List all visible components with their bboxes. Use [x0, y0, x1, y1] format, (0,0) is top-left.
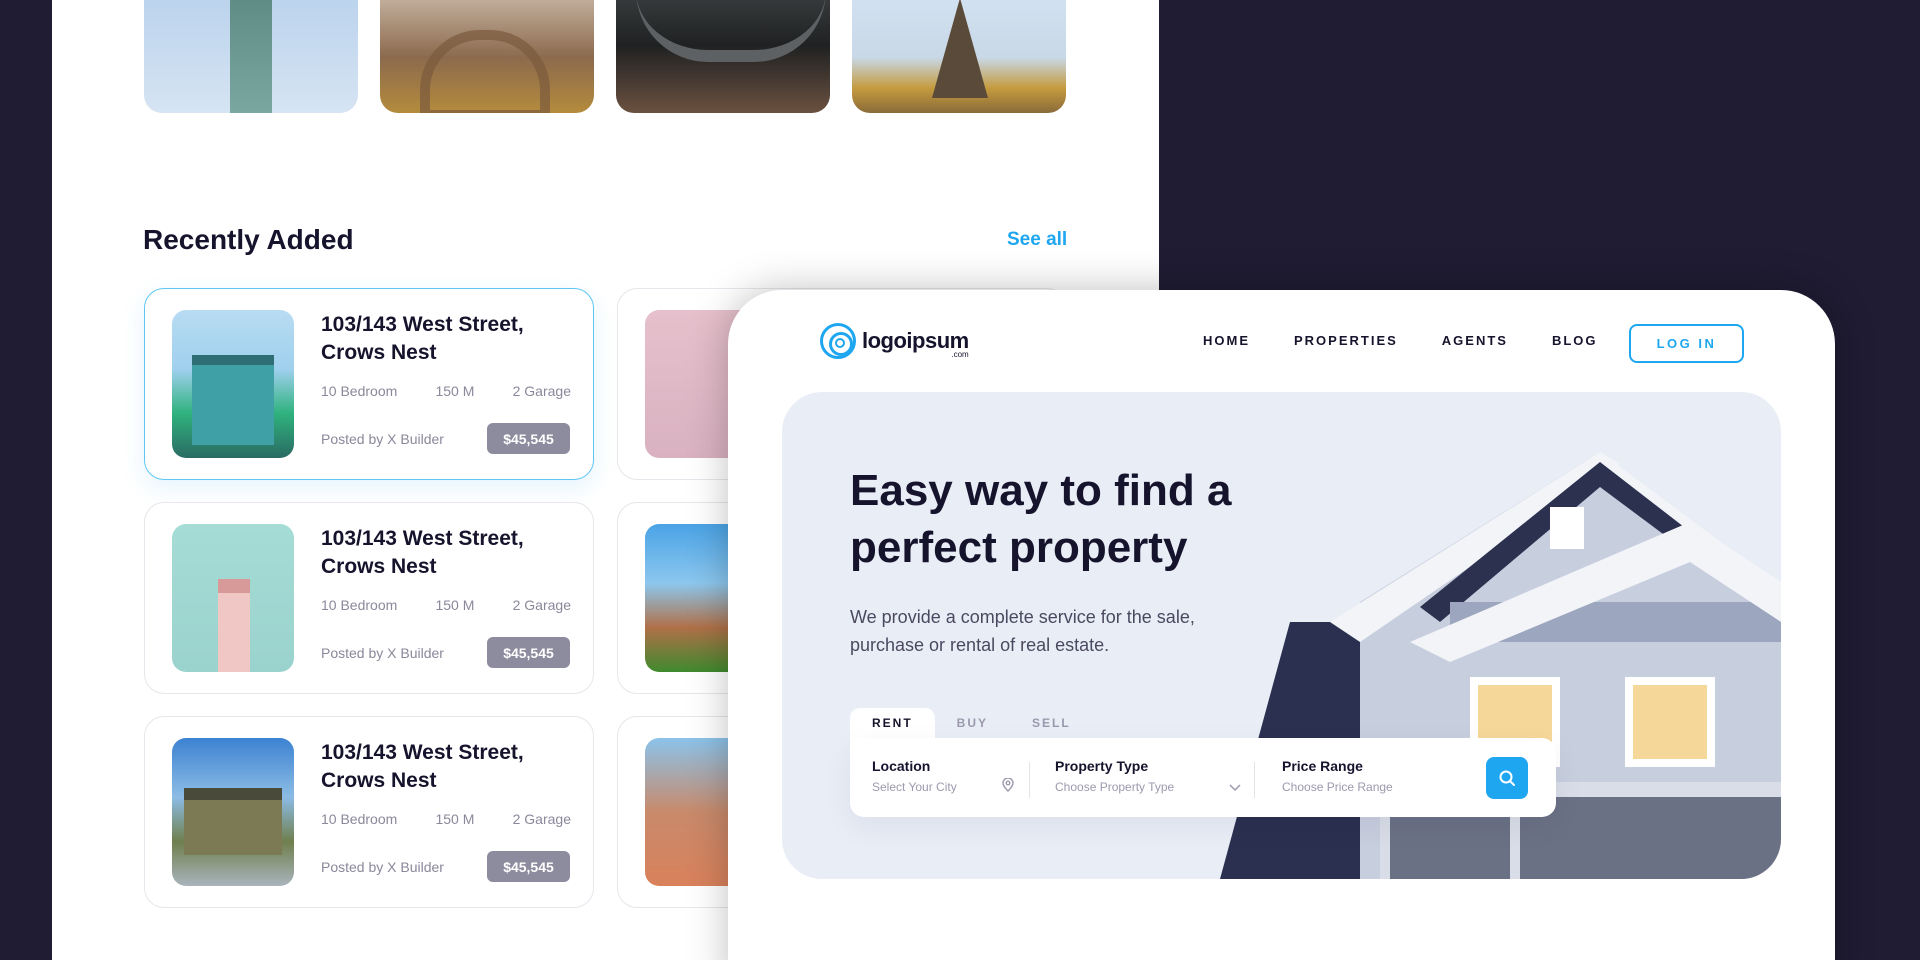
listing-type-tabs: RENT BUY SELL: [850, 708, 1093, 738]
see-all-link[interactable]: See all: [1007, 229, 1067, 251]
main-nav: HOME PROPERTIES AGENTS BLOG: [1203, 333, 1598, 348]
bedrooms: 10 Bedroom: [321, 383, 398, 399]
property-card[interactable]: 103/143 West Street, Crows Nest 10 Bedro…: [144, 288, 594, 480]
property-search-bar: Location Select Your City Property Type …: [850, 738, 1556, 817]
bedrooms: 10 Bedroom: [321, 811, 398, 827]
nav-blog[interactable]: BLOG: [1552, 333, 1598, 348]
logo[interactable]: logoipsum .com: [820, 323, 969, 359]
tab-sell[interactable]: SELL: [1010, 708, 1093, 738]
destination-image-eiffel-tower[interactable]: [852, 0, 1066, 113]
property-title: 103/143 West Street, Crows Nest: [321, 313, 524, 364]
hero-section: Easy way to find a perfect property We p…: [782, 392, 1781, 879]
property-card[interactable]: 103/143 West Street, Crows Nest 10 Bedro…: [144, 502, 594, 694]
property-type-label: Property Type: [1055, 758, 1149, 774]
landing-page-panel: logoipsum .com HOME PROPERTIES AGENTS BL…: [728, 290, 1835, 960]
hero-title: Easy way to find a perfect property: [850, 466, 1232, 572]
garage: 2 Garage: [512, 383, 571, 399]
search-button[interactable]: [1486, 757, 1528, 799]
property-title: 103/143 West Street, Crows Nest: [321, 741, 524, 792]
price-range-label: Price Range: [1282, 758, 1363, 774]
property-meta: 10 Bedroom 150 M 2 Garage: [321, 597, 571, 613]
chevron-down-icon[interactable]: [1229, 780, 1241, 795]
location-field[interactable]: Location Select Your City: [872, 758, 1012, 794]
logo-icon: [820, 323, 856, 359]
nav-agents[interactable]: AGENTS: [1442, 333, 1508, 348]
destination-image-old-town[interactable]: [380, 0, 594, 113]
property-title: 103/143 West Street, Crows Nest: [321, 527, 524, 578]
property-meta: 10 Bedroom 150 M 2 Garage: [321, 811, 571, 827]
location-placeholder: Select Your City: [872, 780, 957, 794]
tab-buy[interactable]: BUY: [935, 708, 1010, 738]
property-photo: [172, 310, 294, 458]
posted-by: Posted by X Builder: [321, 431, 444, 447]
bedrooms: 10 Bedroom: [321, 597, 398, 613]
property-photo: [172, 524, 294, 672]
destination-image-statue-of-liberty[interactable]: [144, 0, 358, 113]
price-badge[interactable]: $45,545: [487, 851, 570, 882]
area: 150 M: [435, 811, 475, 827]
tab-rent[interactable]: RENT: [850, 708, 935, 738]
price-badge[interactable]: $45,545: [487, 637, 570, 668]
property-type-placeholder: Choose Property Type: [1055, 780, 1175, 794]
garage: 2 Garage: [512, 597, 571, 613]
nav-properties[interactable]: PROPERTIES: [1294, 333, 1398, 348]
property-photo: [172, 738, 294, 886]
destination-image-bridge[interactable]: [616, 0, 830, 113]
posted-by: Posted by X Builder: [321, 859, 444, 875]
destination-gallery: [144, 0, 1066, 113]
nav-home[interactable]: HOME: [1203, 333, 1250, 348]
logo-suffix: .com: [951, 350, 969, 359]
price-range-placeholder: Choose Price Range: [1282, 780, 1393, 794]
map-pin-icon: [1002, 777, 1014, 795]
posted-by: Posted by X Builder: [321, 645, 444, 661]
property-type-field[interactable]: Property Type Choose Property Type: [1055, 758, 1245, 794]
search-icon: [1499, 770, 1515, 786]
location-label: Location: [872, 758, 931, 774]
price-badge[interactable]: $45,545: [487, 423, 570, 454]
price-range-field[interactable]: Price Range Choose Price Range: [1282, 758, 1472, 794]
property-meta: 10 Bedroom 150 M 2 Garage: [321, 383, 571, 399]
section-title: Recently Added: [143, 224, 354, 255]
area: 150 M: [435, 383, 475, 399]
divider: [1254, 762, 1255, 798]
hero-description: We provide a complete service for the sa…: [850, 607, 1195, 655]
divider: [1029, 762, 1030, 798]
login-button[interactable]: LOG IN: [1629, 324, 1744, 363]
area: 150 M: [435, 597, 475, 613]
garage: 2 Garage: [512, 811, 571, 827]
property-card[interactable]: 103/143 West Street, Crows Nest 10 Bedro…: [144, 716, 594, 908]
